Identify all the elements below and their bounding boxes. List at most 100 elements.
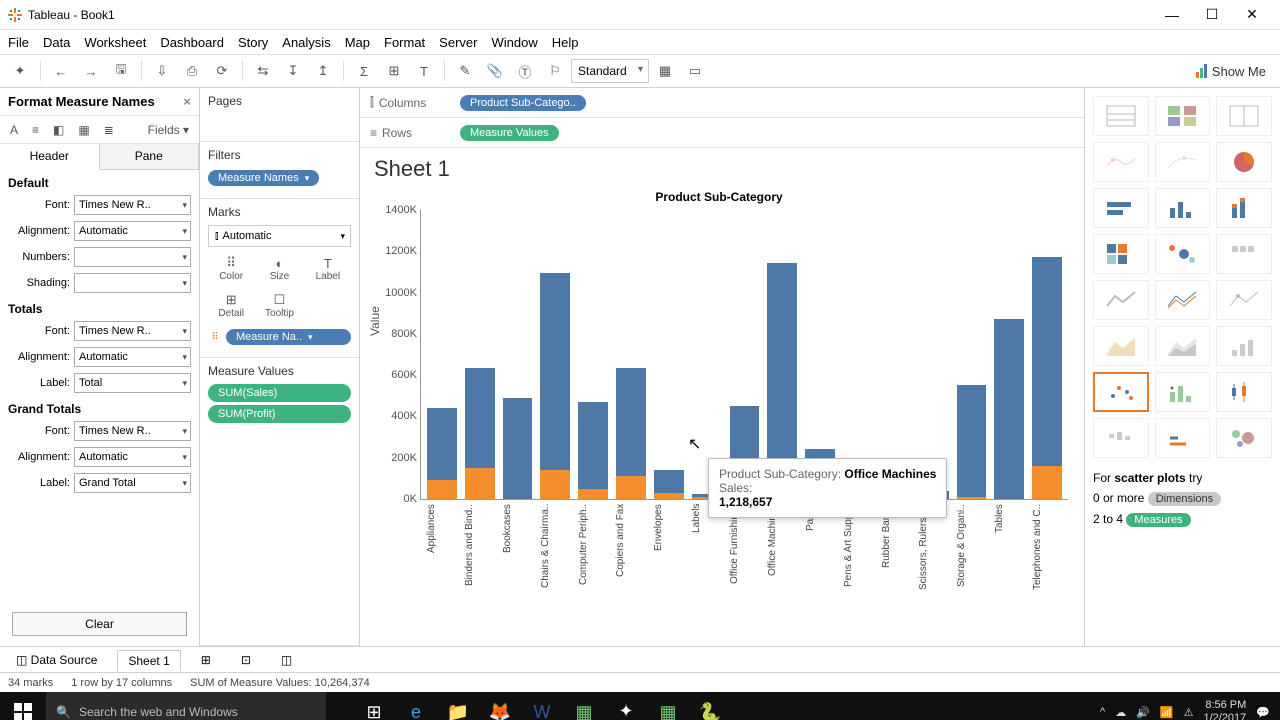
- refresh-button[interactable]: ⟳: [208, 58, 236, 84]
- back-button[interactable]: ←: [47, 58, 75, 84]
- showme-thumb-19[interactable]: [1155, 372, 1211, 412]
- showme-thumb-9[interactable]: [1093, 234, 1149, 274]
- totals-alignment-select[interactable]: Automatic: [74, 347, 191, 367]
- bar-segment-sales[interactable]: [957, 385, 987, 497]
- showme-thumb-15[interactable]: [1093, 326, 1149, 366]
- sort-desc-button[interactable]: ↥: [309, 58, 337, 84]
- bar-segment-profit[interactable]: [427, 480, 457, 499]
- annotate-button[interactable]: Ⓣ: [511, 58, 539, 84]
- menu-window[interactable]: Window: [491, 35, 537, 50]
- bar-column[interactable]: [503, 398, 533, 499]
- swap-button[interactable]: ⇆: [249, 58, 277, 84]
- bar-segment-profit[interactable]: [957, 497, 987, 499]
- new-sheet-button[interactable]: ⊞: [191, 650, 221, 670]
- default-font-select[interactable]: Times New R..: [74, 195, 191, 215]
- format-panel-close[interactable]: ×: [183, 94, 191, 109]
- mv-pill-sum-sales[interactable]: SUM(Sales): [208, 384, 351, 402]
- showme-thumb-20[interactable]: [1216, 372, 1272, 412]
- tab-pane[interactable]: Pane: [100, 144, 200, 169]
- tableau-task-icon[interactable]: ✦: [608, 694, 644, 720]
- tableau-icon[interactable]: ✦: [6, 58, 34, 84]
- edge-icon[interactable]: e: [398, 694, 434, 720]
- new-datasource-button[interactable]: ⇩: [148, 58, 176, 84]
- bar-column[interactable]: [465, 368, 495, 499]
- showme-thumb-4[interactable]: [1155, 142, 1211, 182]
- showme-thumb-23[interactable]: [1216, 418, 1272, 458]
- sort-asc-button[interactable]: ↧: [279, 58, 307, 84]
- showme-thumb-17[interactable]: [1216, 326, 1272, 366]
- menu-dashboard[interactable]: Dashboard: [160, 35, 224, 50]
- bar-column[interactable]: [578, 402, 608, 499]
- cards-button[interactable]: ▦: [651, 58, 679, 84]
- format-shade-icon[interactable]: ◧: [53, 123, 64, 137]
- highlight-button[interactable]: ✎: [451, 58, 479, 84]
- default-numbers-select[interactable]: [74, 247, 191, 267]
- new-worksheet-button[interactable]: ⎙: [178, 58, 206, 84]
- tray-up-icon[interactable]: ^: [1100, 706, 1105, 718]
- showme-thumb-0[interactable]: [1093, 96, 1149, 136]
- bar-column[interactable]: [957, 385, 987, 499]
- fields-dropdown[interactable]: Fields ▾: [148, 123, 189, 137]
- showme-thumb-10[interactable]: [1155, 234, 1211, 274]
- showme-thumb-8[interactable]: [1216, 188, 1272, 228]
- format-border-icon[interactable]: ▦: [78, 123, 89, 137]
- grand-totals-alignment-select[interactable]: Automatic: [74, 447, 191, 467]
- showme-thumb-22[interactable]: [1155, 418, 1211, 458]
- bar-column[interactable]: [540, 273, 570, 499]
- bar-segment-profit[interactable]: [616, 476, 646, 499]
- showme-thumb-13[interactable]: [1155, 280, 1211, 320]
- app2-icon[interactable]: ▦: [650, 694, 686, 720]
- showme-thumb-21[interactable]: [1093, 418, 1149, 458]
- tray-cloud-icon[interactable]: ☁: [1115, 706, 1126, 719]
- mark-type-select[interactable]: ⫾ Automatic: [208, 225, 351, 247]
- new-dashboard-button[interactable]: ⊡: [231, 650, 261, 670]
- minimize-button[interactable]: —: [1152, 0, 1192, 30]
- chart-canvas[interactable]: 0K200K400K600K800K1000K1200K1400K: [420, 210, 1068, 500]
- showme-thumb-16[interactable]: [1155, 326, 1211, 366]
- grand-totals-label-input[interactable]: Grand Total: [74, 473, 191, 493]
- bar-segment-sales[interactable]: [616, 368, 646, 476]
- sheet-title[interactable]: Sheet 1: [360, 148, 1084, 186]
- notifications-icon[interactable]: 💬: [1256, 706, 1270, 719]
- bar-segment-sales[interactable]: [578, 402, 608, 489]
- showme-thumb-3[interactable]: [1093, 142, 1149, 182]
- menu-analysis[interactable]: Analysis: [282, 35, 330, 50]
- bar-segment-profit[interactable]: [578, 489, 608, 499]
- close-button[interactable]: ✕: [1232, 0, 1272, 30]
- bar-segment-profit[interactable]: [465, 468, 495, 499]
- filter-pill-measure-names[interactable]: Measure Names▾: [208, 170, 319, 186]
- menu-worksheet[interactable]: Worksheet: [84, 35, 146, 50]
- maximize-button[interactable]: ☐: [1192, 0, 1232, 30]
- marks-label[interactable]: TLabel: [305, 251, 351, 286]
- totals-font-select[interactable]: Times New R..: [74, 321, 191, 341]
- totals-label-input[interactable]: Total: [74, 373, 191, 393]
- tab-data-source[interactable]: ◫ Data Source: [6, 650, 107, 670]
- format-font-icon[interactable]: A: [10, 123, 18, 137]
- presentation-mode-button[interactable]: ▭: [681, 58, 709, 84]
- rows-pill[interactable]: Measure Values: [460, 125, 559, 141]
- default-alignment-select[interactable]: Automatic: [74, 221, 191, 241]
- bar-column[interactable]: [654, 470, 684, 499]
- clock[interactable]: 8:56 PM 1/2/2017: [1203, 699, 1246, 720]
- bar-segment-sales[interactable]: [540, 273, 570, 470]
- bar-segment-sales[interactable]: [427, 408, 457, 480]
- showme-thumb-12[interactable]: [1093, 280, 1149, 320]
- app1-icon[interactable]: ▦: [566, 694, 602, 720]
- showme-thumb-14[interactable]: [1216, 280, 1272, 320]
- bar-segment-sales[interactable]: [994, 319, 1024, 499]
- showme-thumb-5[interactable]: [1216, 142, 1272, 182]
- color-pill-measure-names[interactable]: Measure Na..▾: [226, 329, 351, 345]
- explorer-icon[interactable]: 📁: [440, 694, 476, 720]
- format-lines-icon[interactable]: ≣: [104, 123, 114, 137]
- showme-thumb-2[interactable]: [1216, 96, 1272, 136]
- totals-button[interactable]: Σ: [350, 58, 378, 84]
- pin-button[interactable]: 📎: [481, 58, 509, 84]
- showme-thumb-11[interactable]: [1216, 234, 1272, 274]
- word-icon[interactable]: W: [524, 694, 560, 720]
- forward-button[interactable]: →: [77, 58, 105, 84]
- tray-network-icon[interactable]: 📶: [1160, 706, 1174, 719]
- fit-dropdown[interactable]: Standard: [571, 59, 649, 83]
- marks-tooltip[interactable]: ☐Tooltip: [256, 288, 302, 323]
- tray-volume-icon[interactable]: 🔊: [1136, 706, 1150, 719]
- bar-segment-sales[interactable]: [503, 398, 533, 499]
